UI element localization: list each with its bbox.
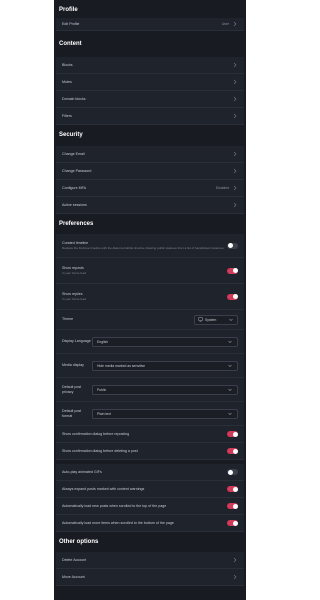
- security-item-label: Active sessions: [62, 203, 87, 207]
- default-post-privacy-select[interactable]: Public: [92, 384, 238, 395]
- chevron-down-icon: [227, 339, 233, 345]
- curated-timeline-row: Curated timeline Replace the firehose ti…: [56, 234, 244, 258]
- show-reposts-toggle[interactable]: [227, 267, 238, 274]
- chevron-right-icon: [232, 557, 238, 563]
- expand-cw-label: Always expand posts marked with content …: [62, 487, 145, 491]
- settings-panel: Profile Edit Profile User Content Blocks…: [54, 0, 246, 600]
- chevron-right-icon: [232, 185, 238, 191]
- security-item-active-sessions[interactable]: Active sessions: [56, 197, 244, 214]
- chevron-right-icon: [232, 113, 238, 119]
- section-title-other-options: Other options: [59, 539, 99, 545]
- show-reposts-label: Show reposts: [62, 266, 84, 270]
- security-item-label: Configure MFA: [62, 186, 86, 190]
- content-item-filters[interactable]: Filters: [56, 108, 244, 125]
- edit-profile-row[interactable]: Edit Profile User: [56, 18, 244, 31]
- chevron-right-icon: [232, 79, 238, 85]
- curated-timeline-label: Curated timeline: [62, 241, 89, 245]
- autoplay-gifs-row: Auto-play animated GIFs: [56, 464, 244, 481]
- section-title-preferences: Preferences: [59, 221, 94, 227]
- security-item-change-email[interactable]: Change Email: [56, 146, 244, 163]
- show-reposts-row: Show reposts In your home feed: [56, 258, 244, 284]
- edit-profile-value: User: [221, 22, 229, 26]
- media-display-value: Hide media marked as sensitive: [97, 363, 146, 368]
- autoload-top-row: Automatically load new posts when scroll…: [56, 498, 244, 515]
- confirm-reposting-toggle[interactable]: [227, 431, 238, 437]
- content-item-label: Domain blocks: [62, 97, 86, 101]
- default-post-format-label: Default post format: [62, 408, 82, 418]
- mfa-status-value: Disabled: [215, 186, 229, 190]
- security-item-label: Change Password: [62, 169, 92, 173]
- section-title-profile: Profile: [59, 7, 78, 13]
- expand-cw-row: Always expand posts marked with content …: [56, 481, 244, 498]
- security-item-label: Change Email: [62, 152, 85, 156]
- monitor-icon: [198, 316, 203, 323]
- media-display-label: Media display: [62, 363, 84, 367]
- chevron-right-icon: [232, 62, 238, 68]
- autoplay-gifs-label: Auto-play animated GIFs: [62, 470, 102, 474]
- display-language-row: Display Language English: [56, 330, 244, 354]
- default-post-privacy-value: Public: [97, 387, 107, 392]
- content-item-label: Mutes: [62, 80, 72, 84]
- content-item-domain-blocks[interactable]: Domain blocks: [56, 91, 244, 108]
- show-reposts-hint: In your home feed: [62, 271, 87, 275]
- chevron-down-icon: [227, 411, 233, 417]
- theme-select[interactable]: System: [194, 314, 238, 325]
- chevron-down-icon: [227, 363, 233, 369]
- display-language-label: Display Language: [62, 339, 91, 343]
- chevron-right-icon: [232, 202, 238, 208]
- chevron-down-icon: [227, 387, 233, 393]
- chevron-right-icon: [232, 574, 238, 580]
- confirm-reposting-row: Show confirmation dialog before repostin…: [56, 426, 244, 443]
- autoload-top-toggle[interactable]: [227, 503, 238, 509]
- chevron-right-icon: [232, 151, 238, 157]
- display-language-value: English: [97, 339, 109, 344]
- confirm-deleting-row: Show confirmation dialog before deleting…: [56, 443, 244, 460]
- default-post-format-select[interactable]: Plain text: [92, 408, 238, 419]
- display-language-select[interactable]: English: [92, 336, 238, 347]
- confirm-deleting-toggle[interactable]: [227, 448, 238, 454]
- content-item-blocks[interactable]: Blocks: [56, 57, 244, 74]
- security-item-configure-mfa[interactable]: Configure MFA Disabled: [56, 180, 244, 197]
- show-replies-row: Show replies In your home feed: [56, 284, 244, 310]
- autoplay-gifs-toggle[interactable]: [227, 469, 238, 475]
- confirm-reposting-label: Show confirmation dialog before repostin…: [62, 432, 130, 436]
- autoload-bottom-label: Automatically load more items when scrol…: [62, 521, 174, 525]
- other-item-label: Move Account: [62, 575, 85, 579]
- media-display-select[interactable]: Hide media marked as sensitive: [92, 360, 238, 371]
- expand-cw-toggle[interactable]: [227, 486, 238, 492]
- default-post-privacy-row: Default post privacy Public: [56, 378, 244, 402]
- confirm-deleting-label: Show confirmation dialog before deleting…: [62, 449, 138, 453]
- curated-timeline-hint: Replace the firehose timeline with the A…: [62, 246, 225, 250]
- security-item-change-password[interactable]: Change Password: [56, 163, 244, 180]
- autoload-top-label: Automatically load new posts when scroll…: [62, 504, 167, 508]
- section-title-content: Content: [59, 41, 82, 47]
- autoload-bottom-toggle[interactable]: [227, 520, 238, 526]
- edit-profile-label: Edit Profile: [62, 22, 80, 26]
- theme-label: Theme: [62, 317, 74, 321]
- chevron-down-icon: [228, 317, 234, 323]
- default-post-privacy-label: Default post privacy: [62, 384, 82, 394]
- other-item-label: Delete Account: [62, 558, 87, 562]
- default-post-format-row: Default post format Plain text: [56, 402, 244, 426]
- content-item-label: Filters: [62, 114, 72, 118]
- media-display-row: Media display Hide media marked as sensi…: [56, 354, 244, 378]
- curated-timeline-toggle[interactable]: [227, 242, 238, 249]
- show-replies-label: Show replies: [62, 292, 83, 296]
- theme-row: Theme System: [56, 310, 244, 330]
- show-replies-toggle[interactable]: [227, 293, 238, 300]
- chevron-right-icon: [232, 168, 238, 174]
- autoload-bottom-row: Automatically load more items when scrol…: [56, 515, 244, 532]
- theme-value: System: [205, 317, 217, 322]
- content-item-label: Blocks: [62, 63, 73, 67]
- other-item-delete-account[interactable]: Delete Account: [56, 552, 244, 569]
- other-item-move-account[interactable]: Move Account: [56, 569, 244, 586]
- show-replies-hint: In your home feed: [62, 297, 87, 301]
- content-item-mutes[interactable]: Mutes: [56, 74, 244, 91]
- section-title-security: Security: [59, 132, 83, 138]
- chevron-right-icon: [232, 96, 238, 102]
- chevron-right-icon: [232, 21, 238, 27]
- default-post-format-value: Plain text: [97, 411, 111, 416]
